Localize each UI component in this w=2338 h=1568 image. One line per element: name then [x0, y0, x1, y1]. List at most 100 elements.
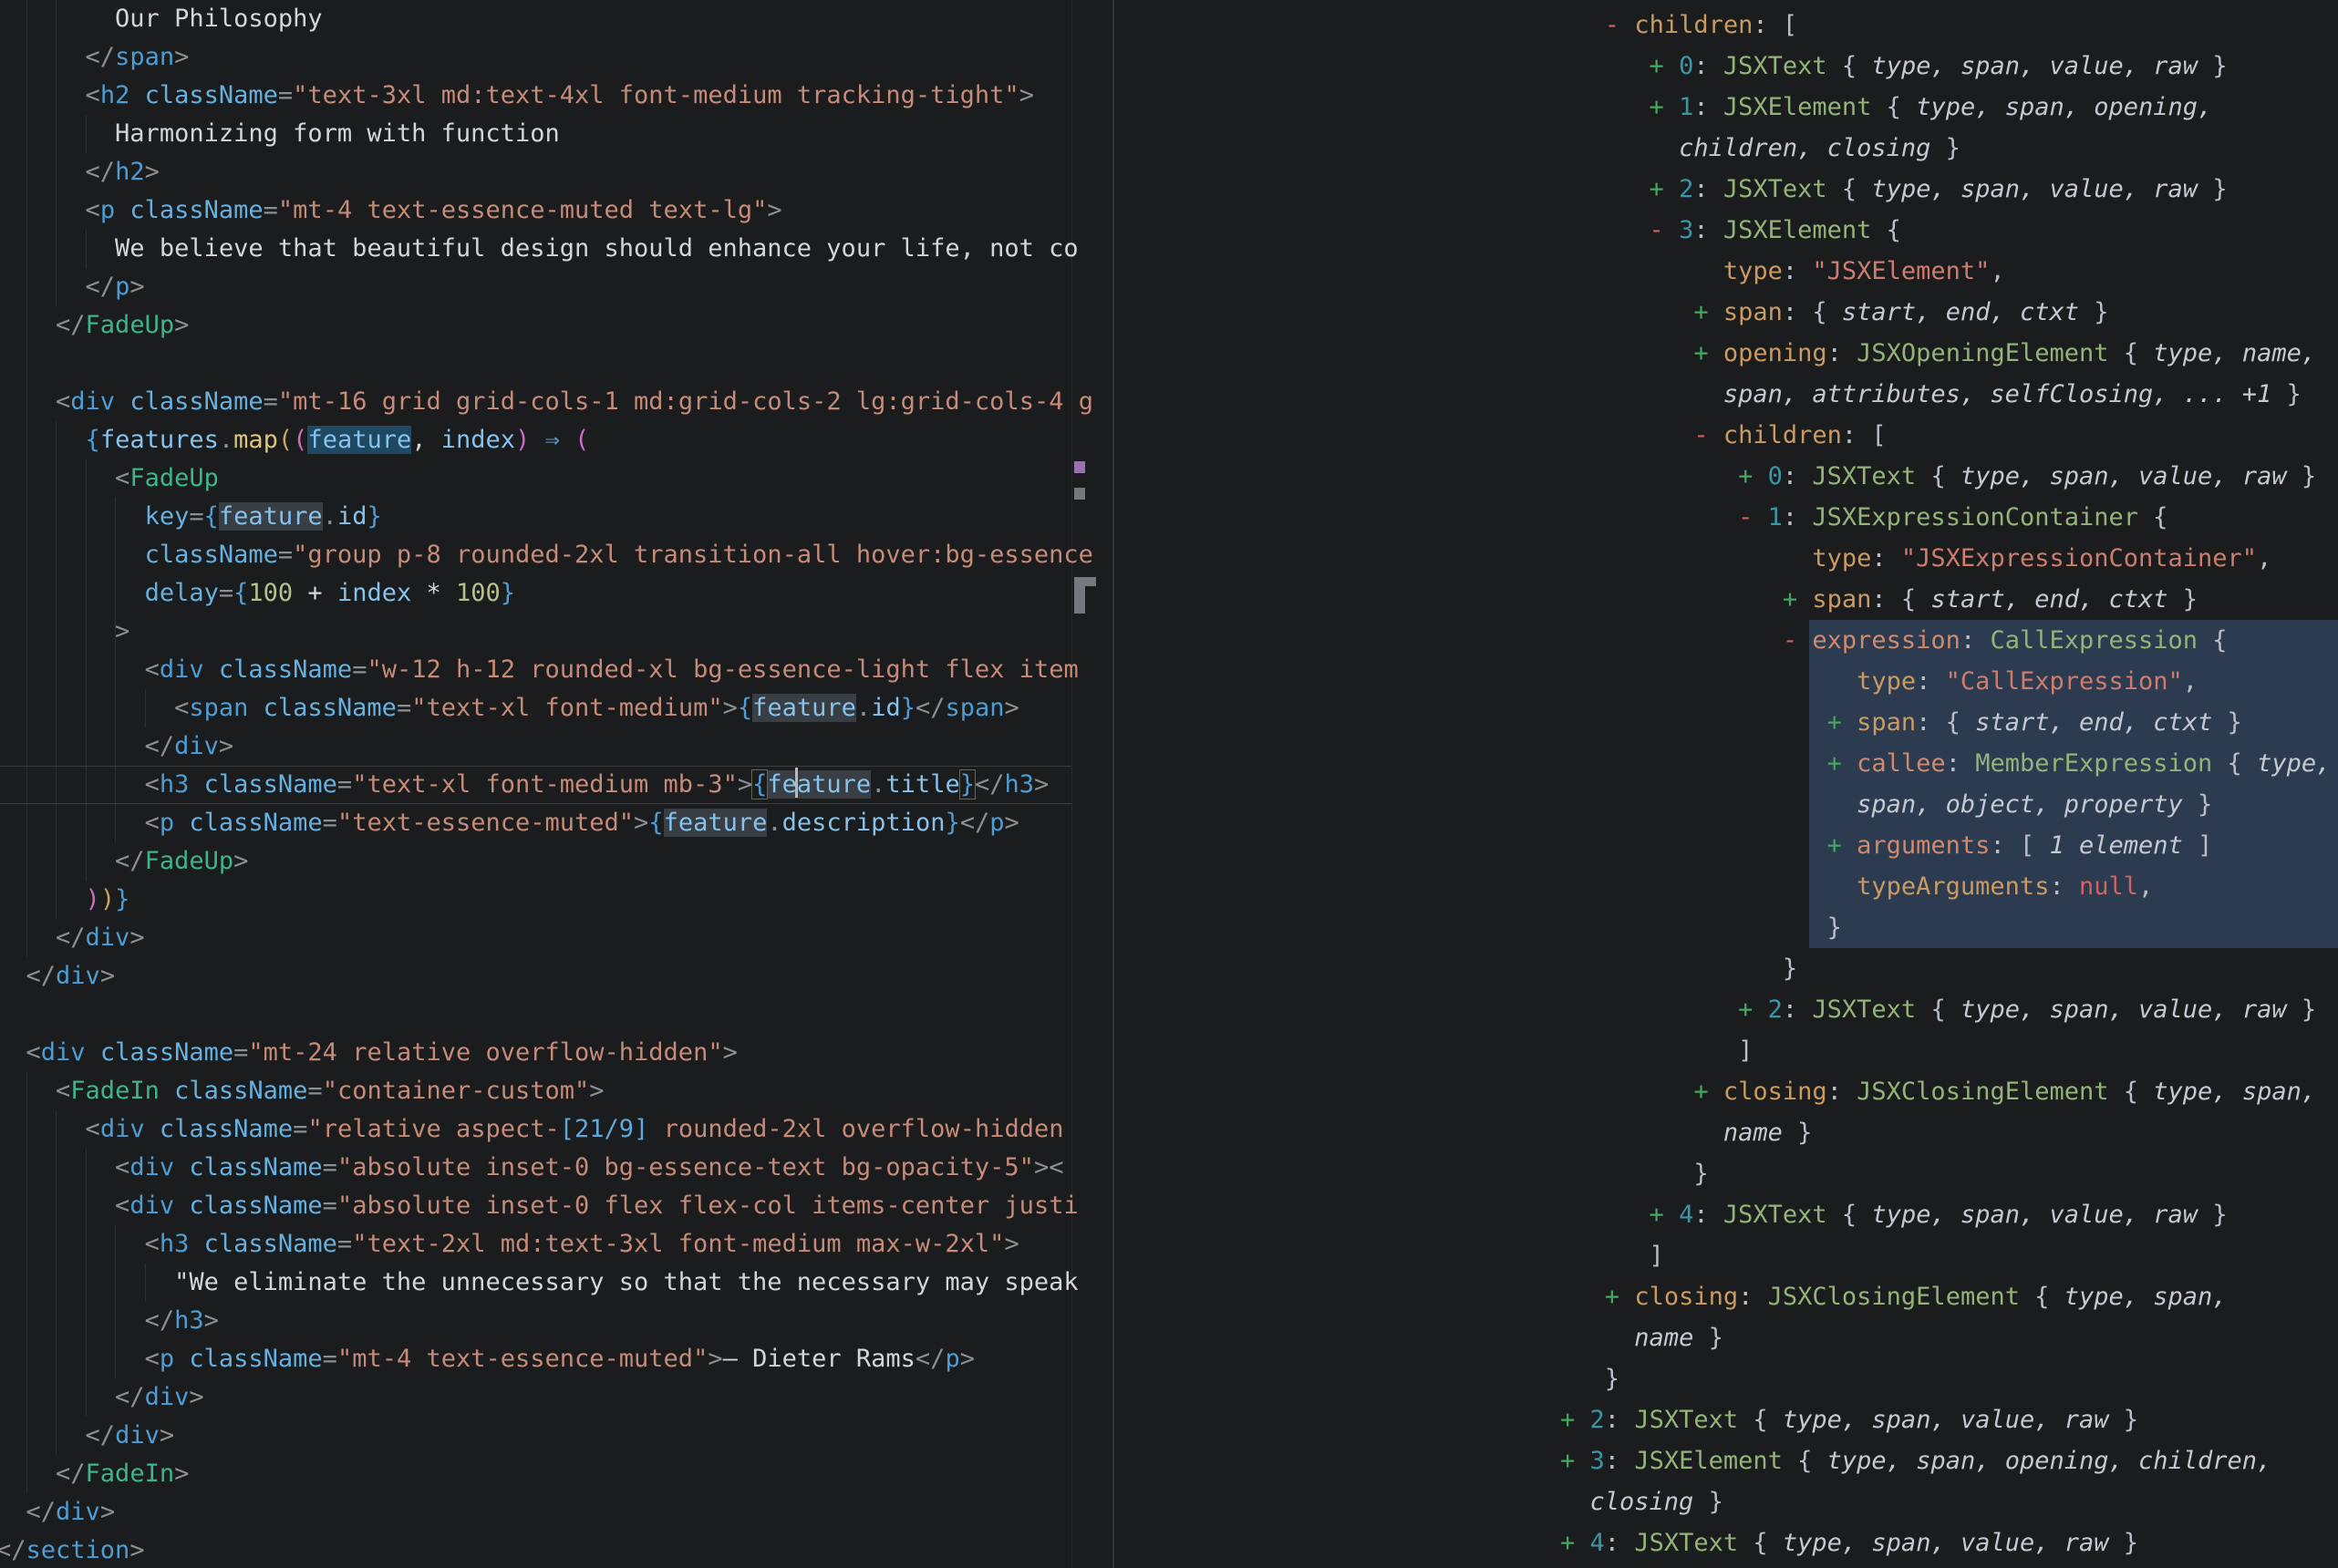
code-line[interactable]: "We eliminate the unnecessary so that th… — [0, 1264, 1112, 1302]
ast-node-line[interactable]: + 0: JSXText { type, span, value, raw } — [1560, 46, 2331, 87]
code-line[interactable] — [0, 995, 1112, 1034]
code-editor-pane[interactable]: Our Philosophy </span> <h2 className="te… — [0, 0, 1112, 1568]
code-line[interactable]: </div> — [0, 1378, 1112, 1417]
ast-node-line[interactable]: name } — [1560, 1317, 2331, 1358]
code-line[interactable]: <h2 className="text-3xl md:text-4xl font… — [0, 77, 1112, 115]
ast-node-line[interactable]: + span: { start, end, ctxt } — [1560, 292, 2331, 333]
expand-toggle-icon[interactable]: + — [1827, 749, 1842, 778]
ast-node-line[interactable]: + arguments: [ 1 element ] — [1560, 825, 2331, 866]
expand-toggle-icon[interactable]: + — [1693, 1078, 1708, 1106]
code-line[interactable]: key={feature.id} — [0, 498, 1112, 536]
ast-node-line[interactable]: type: "JSXExpressionContainer", — [1560, 538, 2331, 579]
code-line[interactable]: </FadeUp> — [0, 842, 1112, 881]
ast-node-line[interactable]: + 2: JSXText { type, span, value, raw } — [1560, 169, 2331, 210]
ast-node-line[interactable]: - expression: CallExpression { — [1560, 620, 2331, 661]
ast-tree-panel[interactable]: - children: [ + 0: JSXText { type, span,… — [1114, 0, 2338, 1568]
code-line[interactable]: Harmonizing form with function — [0, 115, 1112, 153]
code-line[interactable]: </div> — [0, 919, 1112, 957]
expand-toggle-icon[interactable]: + — [1738, 462, 1753, 490]
ast-node-line[interactable]: - 1: JSXExpressionContainer { — [1560, 497, 2331, 538]
expand-toggle-icon[interactable]: + — [1560, 1406, 1575, 1434]
collapse-toggle-icon[interactable]: - — [1738, 503, 1753, 531]
expand-toggle-icon[interactable]: + — [1650, 93, 1664, 121]
code-line[interactable]: <p className="mt-4 text-essence-muted">—… — [0, 1340, 1112, 1378]
code-line[interactable]: delay={100 + index * 100} — [0, 574, 1112, 613]
code-line[interactable]: <p className="mt-4 text-essence-muted te… — [0, 191, 1112, 230]
ast-node-line[interactable]: + 3: JSXElement { type, span, opening, c… — [1560, 1440, 2331, 1481]
ast-node-line[interactable]: - children: [ — [1560, 415, 2331, 456]
ast-node-line[interactable]: + opening: JSXOpeningElement { type, nam… — [1560, 333, 2331, 374]
ast-node-line[interactable]: typeArguments: null, — [1560, 866, 2331, 907]
code-line[interactable]: </FadeIn> — [0, 1455, 1112, 1493]
ast-node-line[interactable]: + 4: JSXText { type, span, value, raw } — [1560, 1194, 2331, 1235]
ast-node-line[interactable]: } — [1560, 1358, 2331, 1399]
code-line[interactable]: We believe that beautiful design should … — [0, 230, 1112, 268]
code-line[interactable]: className="group p-8 rounded-2xl transit… — [0, 536, 1112, 574]
ast-node-line[interactable]: + 2: JSXText { type, span, value, raw } — [1560, 989, 2331, 1030]
ast-node-line[interactable]: + callee: MemberExpression { type, — [1560, 743, 2331, 784]
code-line[interactable]: </section> — [0, 1532, 1112, 1568]
ast-node-line[interactable]: span, object, property } — [1560, 784, 2331, 825]
code-line[interactable]: </div> — [0, 1417, 1112, 1455]
code-line[interactable]: <FadeIn className="container-custom"> — [0, 1072, 1112, 1110]
code-line[interactable]: > — [0, 613, 1112, 651]
code-line[interactable]: <div className="absolute inset-0 bg-esse… — [0, 1149, 1112, 1187]
ast-node-line[interactable]: name } — [1560, 1112, 2331, 1153]
code-line[interactable]: </FadeUp> — [0, 306, 1112, 345]
code-line[interactable]: </p> — [0, 268, 1112, 306]
collapse-toggle-icon[interactable]: - — [1693, 421, 1708, 449]
code-line[interactable]: </div> — [0, 957, 1112, 995]
code-line[interactable]: <div className="mt-16 grid grid-cols-1 m… — [0, 383, 1112, 421]
expand-toggle-icon[interactable]: + — [1738, 995, 1753, 1024]
code-line[interactable]: {features.map((feature, index) ⇒ ( — [0, 421, 1112, 459]
ast-node-line[interactable]: } — [1560, 1153, 2331, 1194]
ast-node-line[interactable]: closing } — [1560, 1481, 2331, 1522]
ast-node-line[interactable]: + closing: JSXClosingElement { type, spa… — [1560, 1276, 2331, 1317]
code-line[interactable]: ))} — [0, 881, 1112, 919]
expand-toggle-icon[interactable]: + — [1693, 298, 1708, 326]
code-line[interactable]: <div className="mt-24 relative overflow-… — [0, 1034, 1112, 1072]
code-line[interactable]: <div className="absolute inset-0 flex fl… — [0, 1187, 1112, 1225]
ast-node-line[interactable]: + span: { start, end, ctxt } — [1560, 579, 2331, 620]
code-line[interactable]: </h2> — [0, 153, 1112, 191]
source-code[interactable]: Our Philosophy </span> <h2 className="te… — [0, 0, 1112, 1568]
ast-node-line[interactable]: + closing: JSXClosingElement { type, spa… — [1560, 1071, 2331, 1112]
ast-node-line[interactable]: children, closing } — [1560, 128, 2331, 169]
ast-node-line[interactable]: type: "CallExpression", — [1560, 661, 2331, 702]
ast-node-line[interactable]: + 4: JSXText { type, span, value, raw } — [1560, 1522, 2331, 1563]
expand-toggle-icon[interactable]: + — [1783, 585, 1797, 614]
collapse-toggle-icon[interactable]: - — [1650, 216, 1664, 244]
ast-node-line[interactable]: + span: { start, end, ctxt } — [1560, 702, 2331, 743]
ast-node-line[interactable]: + 2: JSXText { type, span, value, raw } — [1560, 1399, 2331, 1440]
ast-tree[interactable]: - children: [ + 0: JSXText { type, span,… — [1114, 0, 2331, 1563]
code-line[interactable]: </div> — [0, 1493, 1112, 1532]
ast-node-line[interactable]: + 1: JSXElement { type, span, opening, — [1560, 87, 2331, 128]
code-line[interactable]: <h3 className="text-2xl md:text-3xl font… — [0, 1225, 1112, 1264]
expand-toggle-icon[interactable]: + — [1605, 1283, 1619, 1311]
ast-node-line[interactable]: ] — [1560, 1030, 2331, 1071]
collapse-toggle-icon[interactable]: - — [1783, 626, 1797, 655]
expand-toggle-icon[interactable]: + — [1650, 52, 1664, 80]
code-line[interactable]: <div className="relative aspect-[21/9] r… — [0, 1110, 1112, 1149]
collapse-toggle-icon[interactable]: - — [1605, 11, 1619, 39]
code-line[interactable] — [0, 345, 1112, 383]
expand-toggle-icon[interactable]: + — [1827, 831, 1842, 860]
ast-node-line[interactable]: } — [1560, 907, 2331, 948]
ast-node-line[interactable]: } — [1560, 948, 2331, 989]
code-line[interactable]: <p className="text-essence-muted">{featu… — [0, 804, 1112, 842]
expand-toggle-icon[interactable]: + — [1650, 1201, 1664, 1229]
code-line[interactable]: <div className="w-12 h-12 rounded-xl bg-… — [0, 651, 1112, 689]
ast-node-line[interactable]: type: "JSXElement", — [1560, 251, 2331, 292]
ast-node-line[interactable]: span, attributes, selfClosing, ... +1 } — [1560, 374, 2331, 415]
ast-node-line[interactable]: - 3: JSXElement { — [1560, 210, 2331, 251]
ast-node-line[interactable]: + 0: JSXText { type, span, value, raw } — [1560, 456, 2331, 497]
code-line[interactable]: <FadeUp — [0, 459, 1112, 498]
code-line[interactable]: <span className="text-xl font-medium">{f… — [0, 689, 1112, 727]
code-line[interactable]: <h3 className="text-xl font-medium mb-3"… — [0, 766, 1112, 804]
code-line[interactable]: </h3> — [0, 1302, 1112, 1340]
expand-toggle-icon[interactable]: + — [1560, 1529, 1575, 1557]
ast-node-line[interactable]: - children: [ — [1560, 5, 2331, 46]
expand-toggle-icon[interactable]: + — [1827, 708, 1842, 737]
ast-node-line[interactable]: ] — [1560, 1235, 2331, 1276]
expand-toggle-icon[interactable]: + — [1650, 175, 1664, 203]
